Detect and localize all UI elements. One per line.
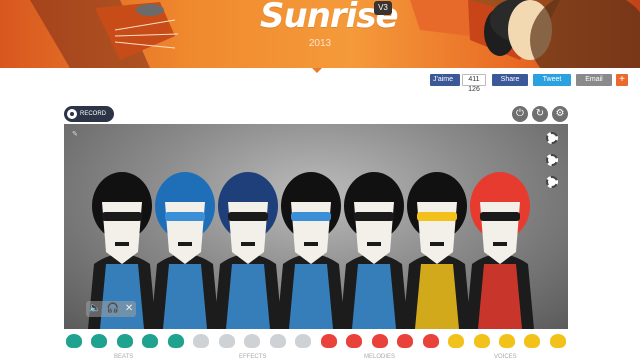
character-3[interactable] xyxy=(214,172,282,329)
sound-icon-17[interactable] xyxy=(473,334,490,348)
loop-selector-1[interactable] xyxy=(546,132,558,144)
sound-icon-10[interactable] xyxy=(295,334,312,348)
sound-icon-1[interactable] xyxy=(66,334,82,348)
reset-icon[interactable]: ↻ xyxy=(532,106,548,122)
characters-svg xyxy=(88,172,534,329)
sound-icon-18[interactable] xyxy=(498,334,515,348)
record-label: RECORD xyxy=(80,111,107,117)
sound-icon-5[interactable] xyxy=(167,334,184,348)
sound-icon-16[interactable] xyxy=(448,334,465,348)
loop-selector-2[interactable] xyxy=(546,154,558,166)
facebook-like-button[interactable]: J'aime xyxy=(430,74,460,86)
character-5[interactable] xyxy=(340,172,408,329)
sound-icon-7[interactable] xyxy=(218,334,235,348)
close-icon[interactable]: ✕ xyxy=(125,301,133,317)
sound-icon-14[interactable] xyxy=(397,334,414,348)
group-label-beats: BEATS xyxy=(114,354,134,360)
sound-icon-11[interactable] xyxy=(320,334,337,348)
sound-icon-3[interactable] xyxy=(116,334,133,348)
sound-icon-6[interactable] xyxy=(193,334,210,348)
sound-icon-12[interactable] xyxy=(346,334,363,348)
character-7[interactable] xyxy=(466,172,534,329)
character-stage: ✎ 🔈 🎧 ✕ xyxy=(64,124,568,329)
header-banner: Sunrise V3 2013 xyxy=(0,0,640,68)
character-2[interactable] xyxy=(151,172,219,329)
app-title: Sunrise xyxy=(260,0,399,36)
mute-icon[interactable]: 🔈 xyxy=(89,301,101,317)
sound-icon-20[interactable] xyxy=(549,334,566,348)
sound-icon-2[interactable] xyxy=(91,334,108,348)
pin-icon: ✎ xyxy=(72,131,78,138)
sound-icon-19[interactable] xyxy=(524,334,541,348)
power-icon[interactable]: ⏻ xyxy=(512,106,528,122)
character-4[interactable] xyxy=(277,172,345,329)
facebook-like-count: 411 126 xyxy=(462,74,486,93)
year-label: 2013 xyxy=(308,38,332,49)
sound-icon-8[interactable] xyxy=(244,334,261,348)
sound-icon-13[interactable] xyxy=(371,334,388,348)
record-button[interactable]: RECORD xyxy=(64,106,114,122)
sound-icon-4[interactable] xyxy=(142,334,159,348)
character-6[interactable] xyxy=(403,172,471,329)
gear-icon[interactable]: ⚙ xyxy=(552,106,568,122)
email-button[interactable]: Email xyxy=(576,74,612,86)
sound-icon-15[interactable] xyxy=(422,334,439,348)
character-controls: 🔈 🎧 ✕ xyxy=(86,301,136,317)
palette-group-labels: BEATS EFFECTS MELODIES VOICES xyxy=(64,354,568,360)
app-root: Sunrise V3 2013 J'aime 411 126 Share Twe… xyxy=(0,0,640,360)
facebook-share-button[interactable]: Share xyxy=(492,74,528,86)
version-badge: V3 xyxy=(374,1,392,15)
sound-icon-9[interactable] xyxy=(269,334,286,348)
sound-palette xyxy=(64,330,568,352)
group-label-melodies: MELODIES xyxy=(364,354,396,360)
record-icon xyxy=(67,109,77,119)
tweet-button[interactable]: Tweet xyxy=(533,74,571,86)
header-notch xyxy=(312,68,322,73)
more-share-button[interactable]: + xyxy=(616,74,628,86)
headphones-icon[interactable]: 🎧 xyxy=(107,301,119,317)
group-label-voices: VOICES xyxy=(494,354,517,360)
group-label-effects: EFFECTS xyxy=(239,354,267,360)
loop-selector-3[interactable] xyxy=(546,176,558,188)
